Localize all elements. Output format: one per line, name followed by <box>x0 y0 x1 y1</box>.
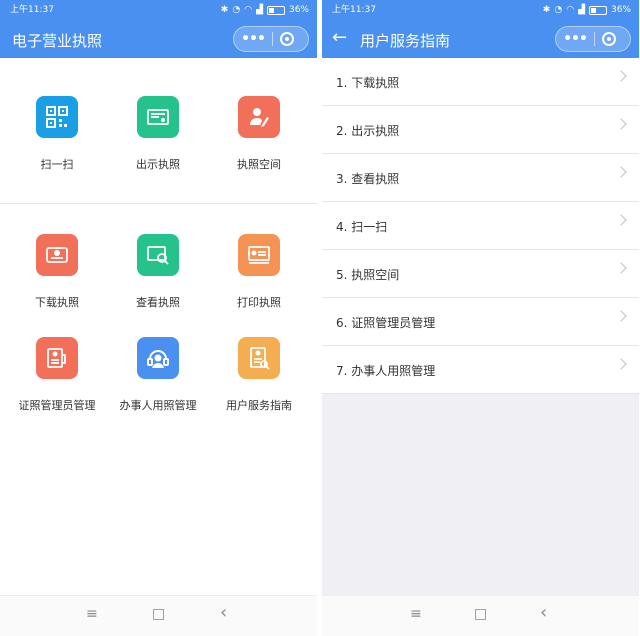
download-license-icon <box>36 234 78 276</box>
home-screen: 上午11:37 ✱ ◔ ◠ ▟ 36% 电子营业执照 ••• 扫一扫 出示执照 <box>0 0 317 636</box>
wifi-icon: ◠ <box>244 5 253 15</box>
page-title: 电子营业执照 <box>12 32 103 50</box>
chevron-right-icon <box>615 310 627 322</box>
grid-item-user-guide[interactable]: 用户服务指南 <box>207 337 311 413</box>
list-item[interactable]: 6. 证照管理员管理 <box>322 298 639 346</box>
grid-item-label: 查看执照 <box>136 296 180 309</box>
more-button[interactable]: ••• <box>556 27 594 51</box>
grid-item-label: 办事人用照管理 <box>119 399 197 412</box>
chevron-right-icon <box>615 166 627 178</box>
grid-item-agent-manage[interactable]: 办事人用照管理 <box>106 337 210 413</box>
battery-icon <box>588 5 607 15</box>
battery-percent: 36% <box>610 5 631 15</box>
present-license-icon <box>137 96 179 138</box>
signal-icon: ▟ <box>578 5 585 15</box>
qr-scan-icon <box>36 96 78 138</box>
battery-percent: 36% <box>288 5 309 15</box>
menu-icon[interactable]: ≡ <box>410 606 422 622</box>
admin-manage-icon <box>36 337 78 379</box>
chevron-right-icon <box>615 214 627 226</box>
print-license-icon <box>238 234 280 276</box>
user-guide-screen: 上午11:37 ✱ ◔ ◠ ▟ 36% ← 用户服务指南 ••• 1. 下载执照… <box>322 0 639 636</box>
grid-item-present-license[interactable]: 出示执照 <box>106 96 210 172</box>
home-icon[interactable]: □ <box>152 606 165 622</box>
list-item-label: 5. 执照空间 <box>336 268 400 282</box>
alarm-icon: ◔ <box>554 5 563 15</box>
title-bar: 电子营业执照 ••• <box>0 20 317 58</box>
list-item-label: 4. 扫一扫 <box>336 220 388 234</box>
chevron-right-icon <box>615 118 627 130</box>
grid-item-admin-manage[interactable]: 证照管理员管理 <box>5 337 109 413</box>
list-item[interactable]: 3. 查看执照 <box>322 154 639 202</box>
list-item[interactable]: 7. 办事人用照管理 <box>322 346 639 394</box>
title-bar: ← 用户服务指南 ••• <box>322 20 639 58</box>
system-nav-bar: ≡ □ ‹ <box>0 595 317 636</box>
grid-item-label: 证照管理员管理 <box>18 399 96 412</box>
back-nav-icon[interactable]: ‹ <box>220 602 227 623</box>
close-miniprogram-icon[interactable] <box>280 32 294 46</box>
agent-manage-icon <box>137 337 179 379</box>
mini-program-capsule: ••• <box>233 26 309 52</box>
grid-item-print-license[interactable]: 打印执照 <box>207 234 311 310</box>
list-item-label: 2. 出示执照 <box>336 124 400 138</box>
bluetooth-icon: ✱ <box>542 5 551 15</box>
bluetooth-icon: ✱ <box>220 5 229 15</box>
grid-item-label: 打印执照 <box>237 296 281 309</box>
signal-icon: ▟ <box>256 5 263 15</box>
status-bar: 上午11:37 ✱ ◔ ◠ ▟ 36% <box>322 0 639 20</box>
back-arrow-icon[interactable]: ← <box>332 28 347 48</box>
grid-item-scan[interactable]: 扫一扫 <box>5 96 109 172</box>
grid-item-download-license[interactable]: 下载执照 <box>5 234 109 310</box>
more-button[interactable]: ••• <box>234 27 272 51</box>
close-miniprogram-icon[interactable] <box>602 32 616 46</box>
grid-item-license-space[interactable]: 执照空间 <box>207 96 311 172</box>
status-bar: 上午11:37 ✱ ◔ ◠ ▟ 36% <box>0 0 317 20</box>
status-time: 上午11:37 <box>332 5 376 15</box>
grid-item-view-license[interactable]: 查看执照 <box>106 234 210 310</box>
alarm-icon: ◔ <box>232 5 241 15</box>
list-item[interactable]: 2. 出示执照 <box>322 106 639 154</box>
chevron-right-icon <box>615 70 627 82</box>
system-nav-bar: ≡ □ ‹ <box>322 595 639 636</box>
guide-list: 1. 下载执照 2. 出示执照 3. 查看执照 4. 扫一扫 5. 执照空间 6… <box>322 58 639 394</box>
home-icon[interactable]: □ <box>474 606 487 622</box>
list-item-label: 7. 办事人用照管理 <box>336 364 436 378</box>
mini-program-capsule: ••• <box>555 26 631 52</box>
grid-item-label: 用户服务指南 <box>226 399 292 412</box>
wifi-icon: ◠ <box>566 5 575 15</box>
list-item[interactable]: 4. 扫一扫 <box>322 202 639 250</box>
menu-icon[interactable]: ≡ <box>86 606 98 622</box>
view-license-icon <box>137 234 179 276</box>
list-item[interactable]: 1. 下载执照 <box>322 58 639 106</box>
grid-item-label: 出示执照 <box>136 158 180 171</box>
battery-icon <box>266 5 285 15</box>
license-space-icon <box>238 96 280 138</box>
list-item-label: 1. 下载执照 <box>336 76 400 90</box>
list-item[interactable]: 5. 执照空间 <box>322 250 639 298</box>
list-item-label: 6. 证照管理员管理 <box>336 316 436 330</box>
back-nav-icon[interactable]: ‹ <box>540 602 547 623</box>
grid-item-label: 执照空间 <box>237 158 281 171</box>
chevron-right-icon <box>615 262 627 274</box>
section-divider <box>0 203 317 204</box>
list-item-label: 3. 查看执照 <box>336 172 400 186</box>
status-time: 上午11:37 <box>10 5 54 15</box>
user-guide-icon <box>238 337 280 379</box>
page-title: 用户服务指南 <box>360 32 451 50</box>
chevron-right-icon <box>615 358 627 370</box>
grid-item-label: 下载执照 <box>35 296 79 309</box>
grid-item-label: 扫一扫 <box>40 158 74 171</box>
